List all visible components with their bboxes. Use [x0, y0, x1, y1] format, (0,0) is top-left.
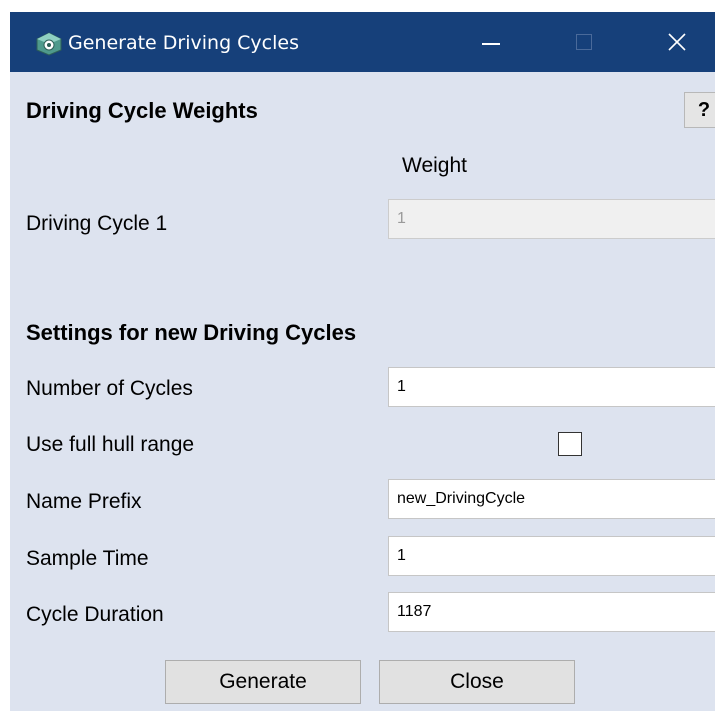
weight-column-header: Weight [402, 154, 467, 177]
minimize-icon [482, 43, 500, 45]
title-bar[interactable]: Generate Driving Cycles [10, 12, 715, 72]
dialog-content: Driving Cycle Weights ? Weight Driving C… [10, 72, 715, 711]
use-full-hull-range-checkbox[interactable] [558, 432, 582, 456]
sample-time-label: Sample Time [26, 547, 149, 570]
sample-time-field[interactable]: 1 [388, 536, 715, 576]
cycle-duration-label: Cycle Duration [26, 603, 164, 626]
number-of-cycles-label: Number of Cycles [26, 377, 193, 400]
maximize-button[interactable] [565, 12, 620, 72]
generate-button[interactable]: Generate [165, 660, 361, 704]
app-cube-icon [36, 32, 62, 56]
name-prefix-label: Name Prefix [26, 490, 142, 513]
name-prefix-field[interactable]: new_DrivingCycle [388, 479, 715, 519]
use-full-hull-range-label: Use full hull range [26, 433, 195, 456]
driving-cycle-1-weight-field: 1 [388, 199, 715, 239]
close-button[interactable]: Close [379, 660, 575, 704]
minimize-button[interactable] [468, 12, 523, 72]
window-title: Generate Driving Cycles [68, 32, 299, 54]
dialog-window: Generate Driving Cycles Driving Cycle We… [10, 12, 715, 711]
cycle-duration-field[interactable]: 1187 [388, 592, 715, 632]
close-icon [668, 33, 686, 51]
close-window-button[interactable] [650, 12, 705, 72]
help-button[interactable]: ? [684, 92, 715, 128]
number-of-cycles-field[interactable]: 1 [388, 367, 715, 407]
maximize-icon [576, 34, 592, 50]
weights-section-title: Driving Cycle Weights [26, 98, 258, 123]
driving-cycle-1-label: Driving Cycle 1 [26, 212, 168, 235]
settings-section-title: Settings for new Driving Cycles [26, 320, 357, 345]
